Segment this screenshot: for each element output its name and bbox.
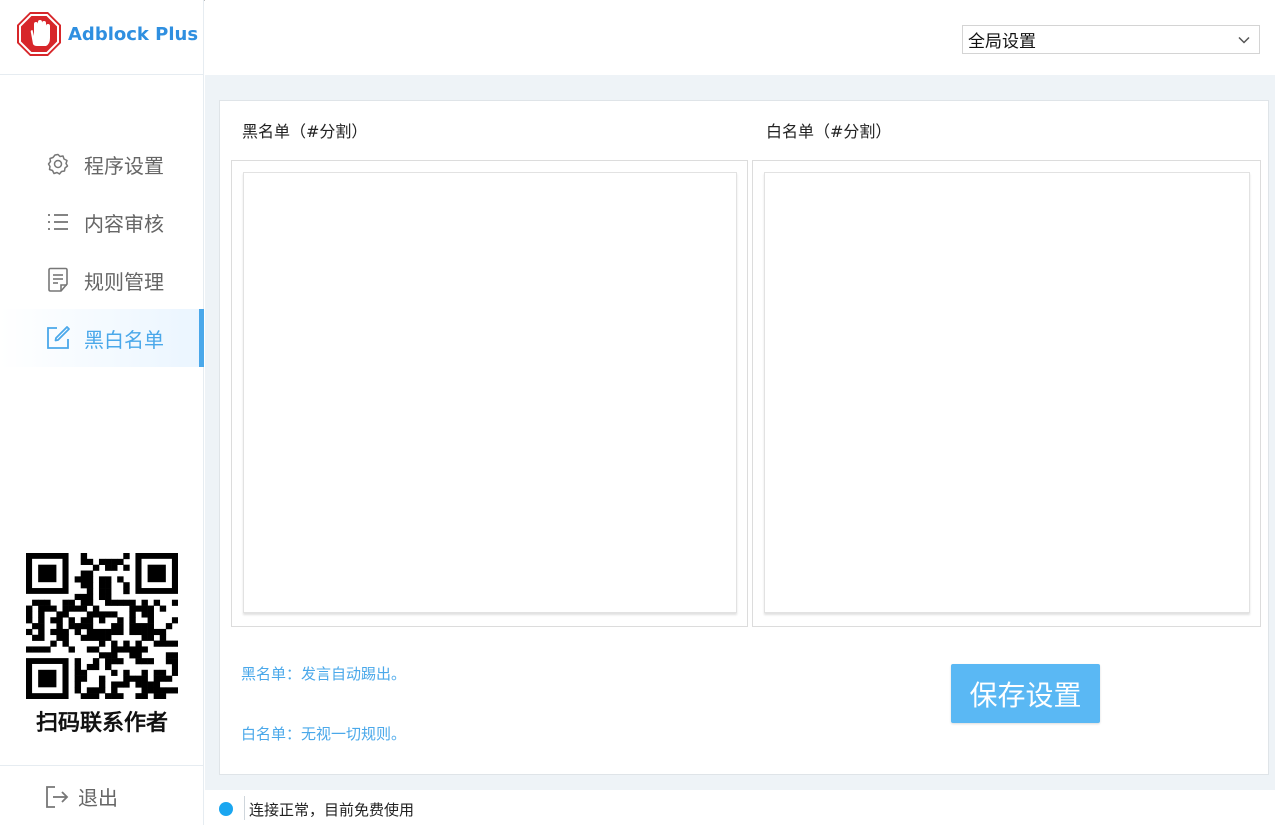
logo-area: Adblock Plus (0, 0, 204, 75)
sidebar-nav: 程序设置 内容审核 规则管理 黑白名单 (0, 135, 204, 367)
sidebar-item-rule-management[interactable]: 规则管理 (0, 251, 204, 309)
sidebar-item-program-settings[interactable]: 程序设置 (0, 135, 204, 193)
blacklist-hint: 黑名单：发言自动踢出。 (241, 665, 407, 683)
sidebar-item-label: 程序设置 (84, 153, 164, 178)
whitelist-hint: 白名单：无视一切规则。 (241, 725, 407, 743)
logout-button[interactable]: 退出 (44, 782, 118, 811)
chevron-down-icon (1238, 36, 1250, 44)
document-icon (44, 266, 72, 294)
sidebar-item-content-review[interactable]: 内容审核 (0, 193, 204, 251)
edit-icon (44, 324, 72, 352)
scope-select-value: 全局设置 (968, 32, 1036, 52)
sidebar: Adblock Plus 程序设置 内容审核 规则管理 黑白名单 扫码联系作者 … (0, 0, 204, 825)
status-text: 连接正常，目前免费使用 (249, 801, 415, 819)
status-indicator-dot (219, 802, 233, 816)
sidebar-item-label: 黑白名单 (84, 327, 164, 352)
list-icon (44, 208, 72, 236)
logout-icon (46, 785, 69, 808)
save-settings-button[interactable]: 保存设置 (951, 664, 1100, 723)
contact-qr-code (26, 553, 179, 700)
status-bar: 连接正常，目前免费使用 (205, 790, 1275, 825)
header: 全局设置 (205, 0, 1275, 75)
qr-caption: 扫码联系作者 (35, 710, 168, 736)
gear-icon (44, 150, 72, 178)
sidebar-item-black-white-list[interactable]: 黑白名单 (0, 309, 204, 367)
whitelist-textarea[interactable] (764, 172, 1250, 613)
divider (0, 765, 204, 766)
blacklist-textarea[interactable] (243, 172, 737, 613)
sidebar-item-label: 内容审核 (84, 211, 164, 236)
app-window: Adblock Plus 程序设置 内容审核 规则管理 黑白名单 扫码联系作者 … (0, 0, 1275, 825)
logout-label: 退出 (78, 786, 118, 810)
divider (244, 796, 245, 820)
scope-select[interactable]: 全局设置 (962, 25, 1260, 54)
whitelist-title: 白名单（#分割） (766, 122, 892, 141)
adblock-logo-icon (17, 12, 61, 56)
blacklist-title: 黑名单（#分割） (242, 122, 368, 141)
app-name: Adblock Plus (68, 24, 199, 45)
sidebar-item-label: 规则管理 (84, 269, 164, 294)
